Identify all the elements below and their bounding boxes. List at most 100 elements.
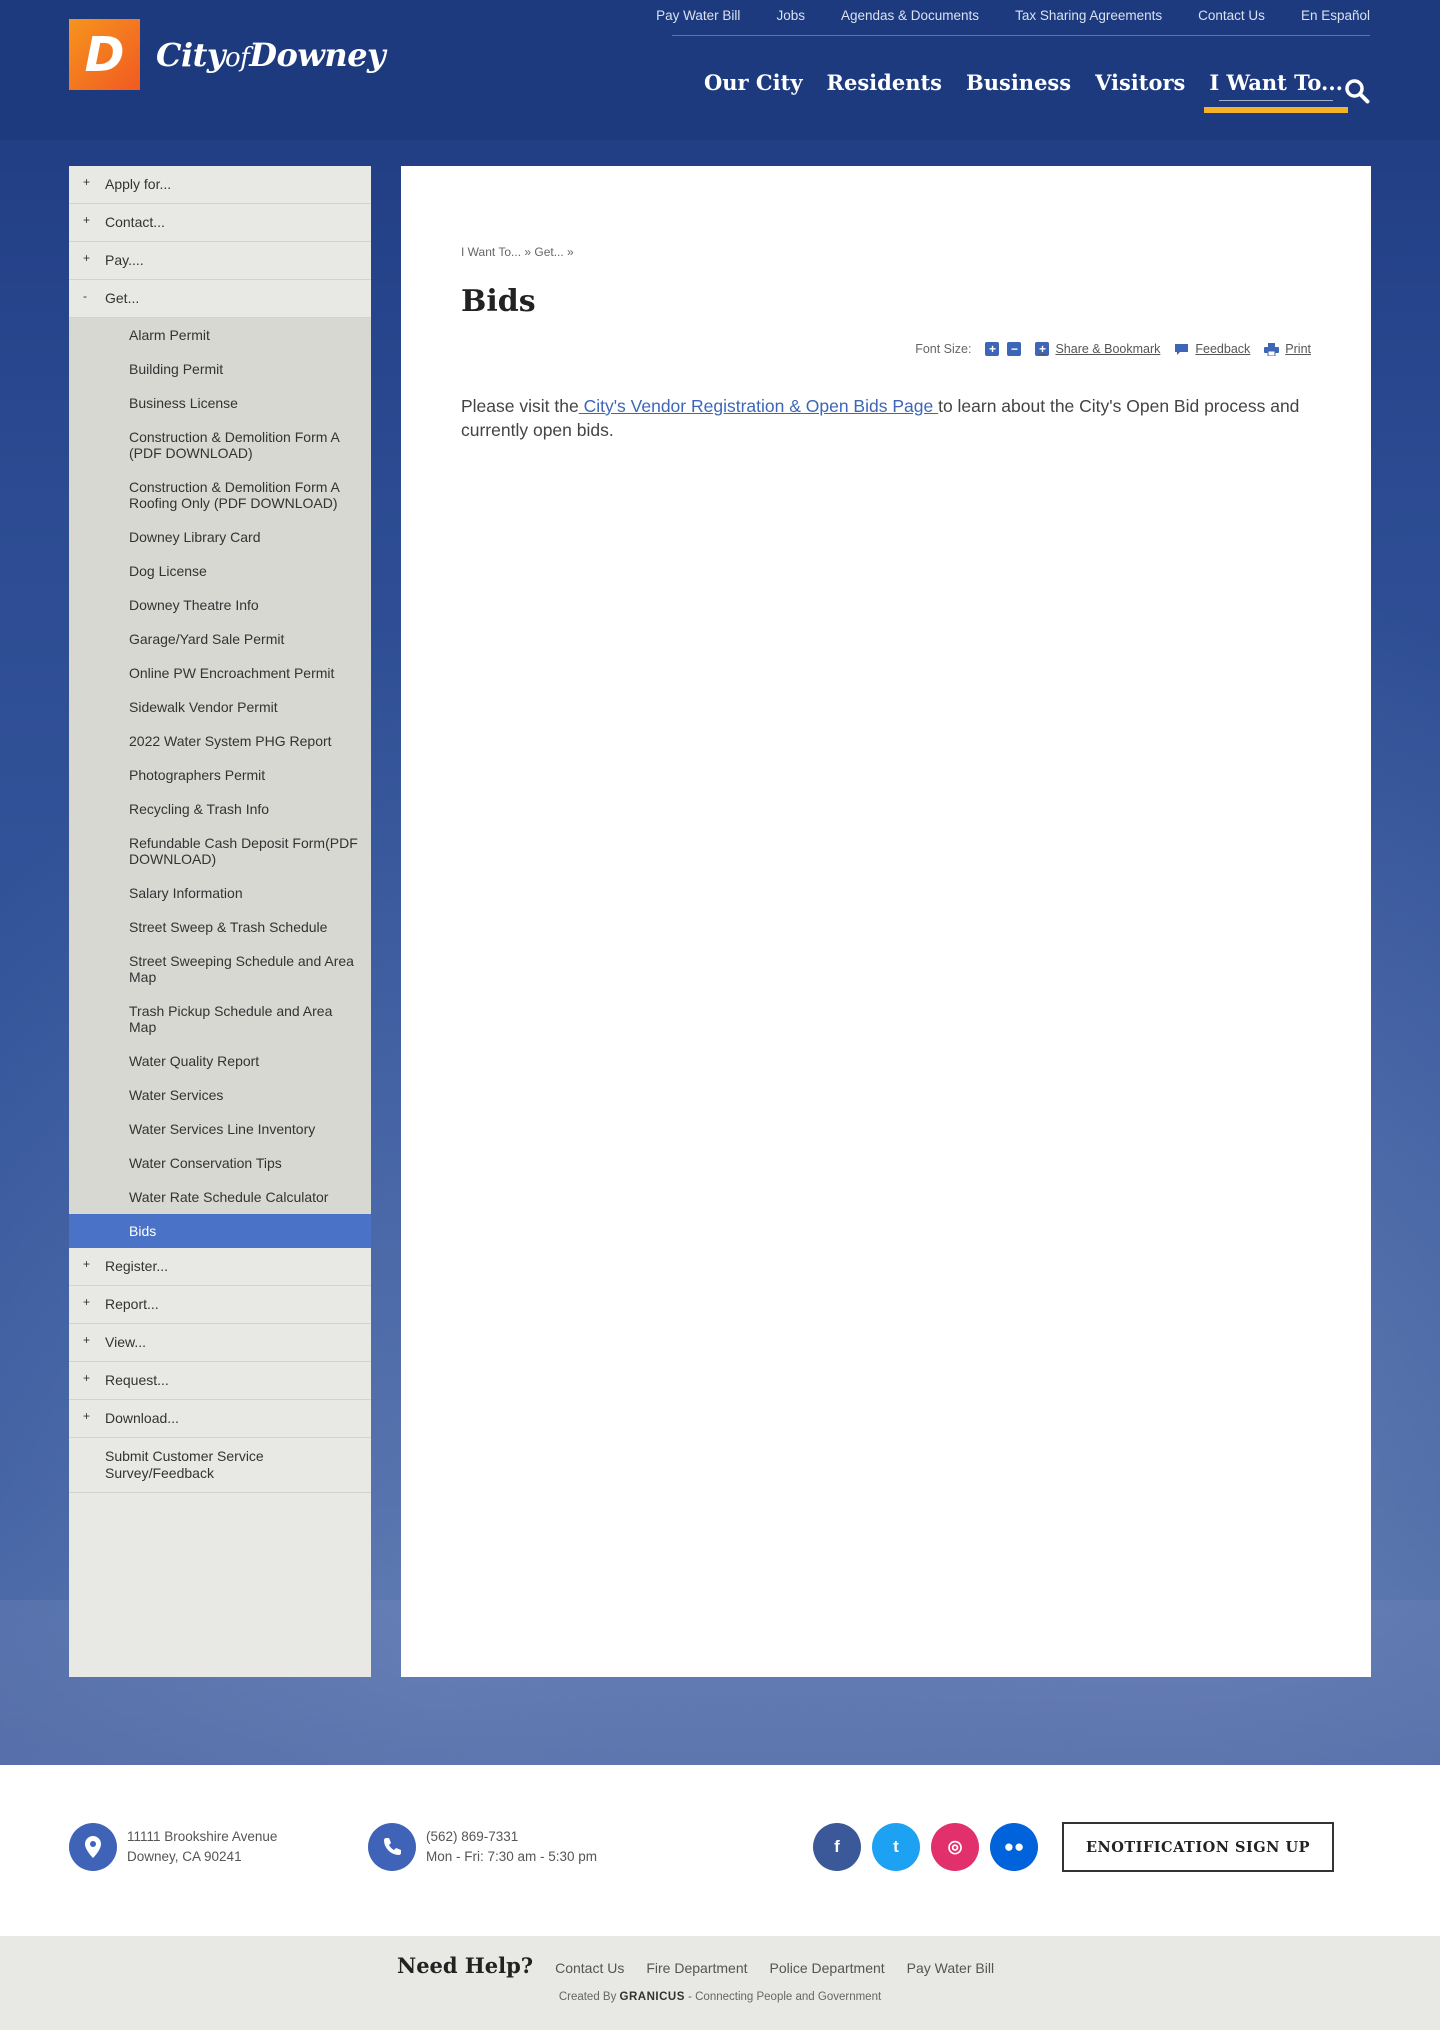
- sidebar-subitem-salary-information[interactable]: Salary Information: [69, 876, 371, 910]
- expand-icon: +: [83, 1295, 91, 1309]
- sidebar-subitem-construction-demolition-form-a-pdf-download[interactable]: Construction & Demolition Form A (PDF DO…: [69, 420, 371, 470]
- sidebar-subitem-dog-license[interactable]: Dog License: [69, 554, 371, 588]
- sidebar-subitem-water-quality-report[interactable]: Water Quality Report: [69, 1044, 371, 1078]
- expand-icon: +: [83, 1257, 91, 1271]
- granicus-credit[interactable]: Created By GRANICUS - Connecting People …: [0, 1991, 1440, 2003]
- sidebar-item-download[interactable]: + Download...: [69, 1400, 371, 1438]
- expand-icon: +: [83, 251, 91, 265]
- footer-address: 11111 Brookshire Avenue Downey, CA 90241: [69, 1823, 277, 1871]
- font-decrease-icon[interactable]: −: [1007, 342, 1022, 356]
- utility-link-pay-water-bill[interactable]: Pay Water Bill: [656, 8, 740, 23]
- help-link-fire-department[interactable]: Fire Department: [646, 1960, 747, 1976]
- body-prefix: Please visit the: [461, 396, 579, 416]
- sidebar-item-request[interactable]: + Request...: [69, 1362, 371, 1400]
- instagram-icon[interactable]: ◎: [931, 1823, 979, 1871]
- font-increase-icon[interactable]: +: [985, 342, 1000, 356]
- expand-icon: +: [83, 1371, 91, 1385]
- sidebar-item-get[interactable]: - Get...: [69, 280, 371, 318]
- main-content: I Want To... » Get... » Bids Font Size: …: [401, 166, 1371, 1677]
- sidebar-subitem-downey-library-card[interactable]: Downey Library Card: [69, 520, 371, 554]
- sidebar-item-register[interactable]: + Register...: [69, 1248, 371, 1286]
- print-label: Print: [1285, 342, 1311, 356]
- sidebar-item-pay[interactable]: + Pay....: [69, 242, 371, 280]
- breadcrumb[interactable]: I Want To... » Get... »: [461, 245, 574, 259]
- credit-suffix: - Connecting People and Government: [688, 1991, 882, 2003]
- sidebar-item-label: Request...: [105, 1372, 169, 1388]
- sidebar-subitem-water-services-line-inventory[interactable]: Water Services Line Inventory: [69, 1112, 371, 1146]
- sidebar-item-report[interactable]: + Report...: [69, 1286, 371, 1324]
- footer-contact-band: 11111 Brookshire Avenue Downey, CA 90241…: [0, 1765, 1440, 1936]
- sidebar-subitem-garage-yard-sale-permit[interactable]: Garage/Yard Sale Permit: [69, 622, 371, 656]
- font-size-label: Font Size:: [915, 342, 972, 356]
- phone-icon[interactable]: [368, 1823, 416, 1871]
- enotification-signup-button[interactable]: ENOTIFICATION SIGN UP: [1062, 1822, 1334, 1872]
- expand-icon: +: [83, 175, 91, 189]
- flickr-icon[interactable]: ●●: [990, 1823, 1038, 1871]
- facebook-icon[interactable]: f: [813, 1823, 861, 1871]
- main-nav: Our City Residents Business Visitors I W…: [704, 70, 1348, 113]
- comment-icon: [1175, 343, 1189, 355]
- main-nav-residents[interactable]: Residents: [827, 70, 942, 95]
- sidebar-subitem-building-permit[interactable]: Building Permit: [69, 352, 371, 386]
- sidebar-subitem-bids[interactable]: Bids: [69, 1214, 371, 1248]
- help-link-police-department[interactable]: Police Department: [770, 1960, 885, 1976]
- page-title: Bids: [461, 284, 536, 319]
- vendor-registration-link[interactable]: City's Vendor Registration & Open Bids P…: [579, 396, 938, 416]
- main-nav-visitors[interactable]: Visitors: [1095, 70, 1185, 95]
- phone-number[interactable]: (562) 869-7331: [426, 1827, 597, 1847]
- sidebar-subitem-construction-demolition-form-a-roofing-only-pdf-download[interactable]: Construction & Demolition Form A Roofing…: [69, 470, 371, 520]
- help-link-pay-water-bill[interactable]: Pay Water Bill: [907, 1960, 994, 1976]
- site-header: D CityofDowney Pay Water Bill Jobs Agend…: [0, 0, 1440, 140]
- utility-link-tax-sharing[interactable]: Tax Sharing Agreements: [1015, 8, 1162, 23]
- help-link-contact-us[interactable]: Contact Us: [555, 1960, 624, 1976]
- sidebar-item-label: Contact...: [105, 214, 165, 230]
- sidebar-subitem-trash-pickup-schedule-and-area-map[interactable]: Trash Pickup Schedule and Area Map: [69, 994, 371, 1044]
- main-nav-our-city[interactable]: Our City: [704, 70, 803, 95]
- sidebar-subitem-2022-water-system-phg-report[interactable]: 2022 Water System PHG Report: [69, 724, 371, 758]
- share-bookmark-link[interactable]: + Share & Bookmark: [1035, 342, 1160, 356]
- credit-prefix: Created By: [558, 1991, 617, 2003]
- sidebar-item-view[interactable]: + View...: [69, 1324, 371, 1362]
- sidebar-subitem-alarm-permit[interactable]: Alarm Permit: [69, 318, 371, 352]
- feedback-link[interactable]: Feedback: [1174, 342, 1250, 356]
- address-line-2: Downey, CA 90241: [127, 1849, 242, 1864]
- sidebar-subitem-sidewalk-vendor-permit[interactable]: Sidewalk Vendor Permit: [69, 690, 371, 724]
- search-icon[interactable]: [1344, 78, 1370, 104]
- sidebar-subitem-water-rate-schedule-calculator[interactable]: Water Rate Schedule Calculator: [69, 1180, 371, 1214]
- utility-link-agendas[interactable]: Agendas & Documents: [841, 8, 979, 23]
- sidebar-item-label: Get...: [105, 290, 140, 306]
- expand-icon: +: [83, 1333, 91, 1347]
- sidebar-subitem-recycling-trash-info[interactable]: Recycling & Trash Info: [69, 792, 371, 826]
- utility-link-jobs[interactable]: Jobs: [776, 8, 805, 23]
- main-nav-i-want-to[interactable]: I Want To...: [1204, 70, 1348, 113]
- main-nav-business[interactable]: Business: [966, 70, 1071, 95]
- sidebar-subitem-water-conservation-tips[interactable]: Water Conservation Tips: [69, 1146, 371, 1180]
- utility-link-contact-us[interactable]: Contact Us: [1198, 8, 1265, 23]
- sidebar-item-apply-for[interactable]: + Apply for...: [69, 166, 371, 204]
- sidebar-subitem-refundable-cash-deposit-form-pdf-download[interactable]: Refundable Cash Deposit Form(PDF DOWNLOA…: [69, 826, 371, 876]
- sidebar-item-label: View...: [105, 1334, 146, 1350]
- sidebar-subitem-water-services[interactable]: Water Services: [69, 1078, 371, 1112]
- logo-mark: D: [69, 19, 140, 90]
- sidebar-item-contact[interactable]: + Contact...: [69, 204, 371, 242]
- utility-nav: Pay Water Bill Jobs Agendas & Documents …: [656, 8, 1370, 23]
- sidebar-subitem-street-sweep-trash-schedule[interactable]: Street Sweep & Trash Schedule: [69, 910, 371, 944]
- logo-downey: Downey: [249, 35, 386, 74]
- sidebar-nav: + Apply for... + Contact... + Pay.... - Get... …: [69, 166, 371, 1677]
- sidebar-subitem-online-pw-encroachment-permit[interactable]: Online PW Encroachment Permit: [69, 656, 371, 690]
- sidebar-item-label: Apply for...: [105, 176, 172, 192]
- sidebar-subitem-street-sweeping-schedule-and-area-map[interactable]: Street Sweeping Schedule and Area Map: [69, 944, 371, 994]
- utility-link-espanol[interactable]: En Español: [1301, 8, 1370, 23]
- utility-divider: [672, 35, 1370, 36]
- sidebar-item-submit-customer-service-survey-feedback[interactable]: Submit Customer Service Survey/Feedback: [69, 1438, 371, 1493]
- sidebar-subitem-downey-theatre-info[interactable]: Downey Theatre Info: [69, 588, 371, 622]
- sidebar-subitem-photographers-permit[interactable]: Photographers Permit: [69, 758, 371, 792]
- sidebar-subitem-business-license[interactable]: Business License: [69, 386, 371, 420]
- map-pin-icon[interactable]: [69, 1823, 117, 1871]
- logo-wordmark: CityofDowney: [156, 35, 386, 74]
- twitter-icon[interactable]: t: [872, 1823, 920, 1871]
- body-paragraph: Please visit the City's Vendor Registrat…: [461, 394, 1321, 442]
- sidebar-item-label: Submit Customer Service Survey/Feedback: [105, 1448, 264, 1481]
- print-link[interactable]: Print: [1264, 342, 1311, 356]
- city-logo[interactable]: D CityofDowney: [69, 19, 386, 90]
